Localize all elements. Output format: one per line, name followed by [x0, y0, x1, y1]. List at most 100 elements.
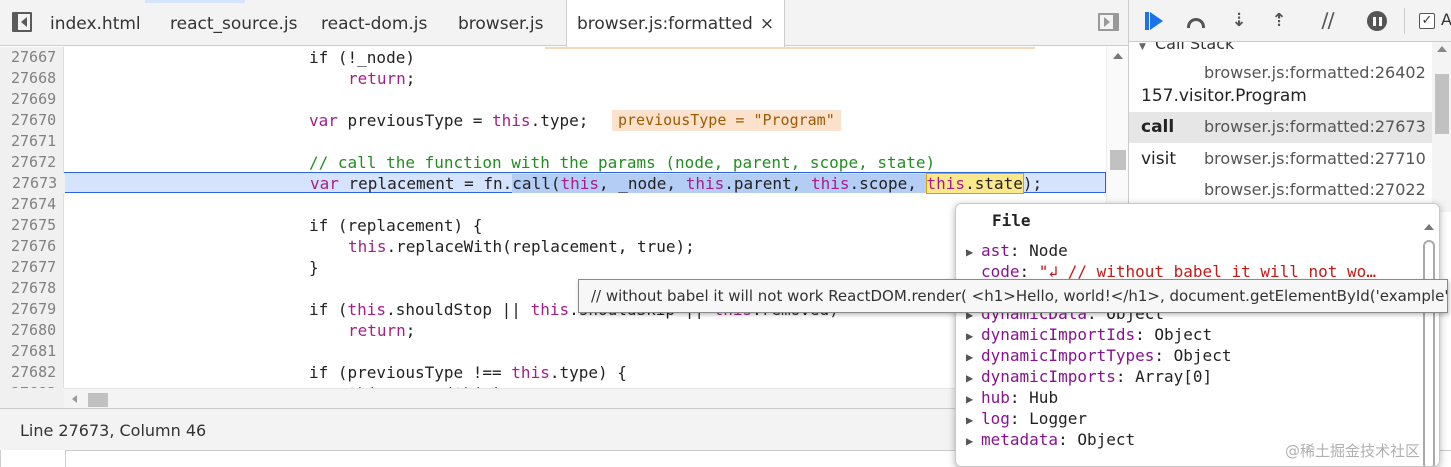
- expand-triangle-icon[interactable]: ▶: [966, 431, 981, 450]
- line-number[interactable]: 27675: [0, 215, 64, 236]
- tab-label: browser.js:formatted: [577, 14, 753, 34]
- scroll-up-icon[interactable]: [1437, 46, 1447, 52]
- line-number[interactable]: 27676: [0, 236, 64, 257]
- property-key: dynamicImports: [981, 367, 1116, 386]
- code-text[interactable]: if (!_node): [309, 47, 415, 68]
- scrollbar-thumb[interactable]: [88, 393, 108, 407]
- frame-location[interactable]: browser.js:formatted:27710: [1204, 149, 1426, 168]
- code-text[interactable]: }: [309, 257, 319, 278]
- property-value: Object: [1154, 325, 1213, 344]
- property-value: Hub: [1029, 388, 1059, 407]
- cursor-position: Line 27673, Column 46: [20, 421, 207, 440]
- code-text[interactable]: return;: [348, 320, 415, 341]
- code-line[interactable]: 27671: [0, 131, 1105, 152]
- value-tooltip: // without babel it will not work ReactD…: [578, 279, 1448, 313]
- expand-triangle-icon[interactable]: ▶: [966, 347, 981, 366]
- step-out-icon[interactable]: ⇡: [1268, 10, 1290, 32]
- gutter-footer: [0, 388, 64, 408]
- object-property[interactable]: ▶ hub: Hub: [966, 387, 1416, 408]
- call-frame[interactable]: browser.js:formatted:27022: [1129, 175, 1432, 206]
- tab-index-html[interactable]: index.html: [40, 0, 151, 46]
- line-number[interactable]: 27668: [0, 68, 64, 89]
- line-number[interactable]: 27672: [0, 152, 64, 173]
- frame-location[interactable]: browser.js:formatted:27022: [1204, 180, 1426, 199]
- code-text[interactable]: if (replacement) {: [309, 215, 482, 236]
- line-number[interactable]: 27678: [0, 278, 64, 299]
- line-number[interactable]: 27682: [0, 362, 64, 383]
- frame-location[interactable]: browser.js:formatted:27673: [1204, 117, 1426, 136]
- toggle-navigator-icon[interactable]: [12, 12, 32, 32]
- code-line[interactable]: 27674: [0, 194, 1105, 215]
- line-number[interactable]: 27680: [0, 320, 64, 341]
- tab-label: react_source.js: [170, 14, 298, 34]
- code-line[interactable]: 27676 this.replaceWith(replacement, true)…: [0, 236, 1105, 257]
- line-number[interactable]: 27679: [0, 299, 64, 320]
- object-property[interactable]: ▶ ast: Node: [966, 240, 1416, 261]
- deactivate-breakpoints-icon[interactable]: ⧸⧸: [1317, 10, 1339, 32]
- code-text[interactable]: var previousType = this.type;: [309, 110, 588, 131]
- scrollbar-thumb[interactable]: [1423, 240, 1435, 466]
- code-line[interactable]: 27667 if (!_node): [0, 47, 1105, 68]
- scroll-up-icon[interactable]: [1113, 53, 1123, 59]
- code-line[interactable]: 27677}: [0, 257, 1105, 278]
- sidebar-scrollbar[interactable]: [1432, 42, 1451, 212]
- tab-browser-js-formatted[interactable]: browser.js:formatted ×: [566, 0, 786, 48]
- editor-horizontal-scrollbar[interactable]: [64, 388, 1106, 408]
- scrollbar-thumb[interactable]: [1435, 74, 1449, 134]
- code-line[interactable]: 27670 var previousType = this.type; previo…: [0, 110, 1105, 131]
- code-text[interactable]: this.replaceWith(replacement, true);: [348, 236, 695, 257]
- scroll-up-icon[interactable]: [1424, 224, 1434, 230]
- async-checkbox[interactable]: ✓: [1419, 13, 1435, 29]
- line-number[interactable]: 27677: [0, 257, 64, 278]
- tab-browser-js[interactable]: browser.js: [448, 0, 553, 46]
- call-frame[interactable]: call browser.js:formatted:27673: [1129, 112, 1432, 143]
- step-over-icon[interactable]: [1185, 10, 1207, 32]
- async-label: A: [1441, 10, 1451, 29]
- expand-triangle-icon[interactable]: ▶: [966, 389, 981, 408]
- toggle-debugger-icon[interactable]: [1098, 13, 1119, 31]
- code-text[interactable]: var replacement = fn.call(this, _node, t…: [310, 173, 1042, 194]
- object-preview-popover[interactable]: File ▶ ast: Node code: "↲ // without babel…: [955, 203, 1440, 467]
- code-line[interactable]: 27668 return;: [0, 68, 1105, 89]
- code-line[interactable]: 27680 return;: [0, 320, 1105, 341]
- code-line[interactable]: 27672 // call the function with the param…: [0, 152, 1105, 173]
- call-frame[interactable]: visit browser.js:formatted:27710: [1129, 144, 1432, 175]
- code-line[interactable]: 27675 if (replacement) {: [0, 215, 1105, 236]
- line-number[interactable]: 27673: [1, 173, 65, 194]
- object-property[interactable]: ▶ dynamicImportTypes: Object: [966, 345, 1416, 366]
- property-key: ast: [981, 241, 1010, 260]
- scroll-left-icon[interactable]: [72, 395, 77, 403]
- object-property[interactable]: ▶ dynamicImportIds: Object: [966, 324, 1416, 345]
- expand-triangle-icon[interactable]: ▶: [966, 368, 981, 387]
- call-stack-header[interactable]: ▼ Call Stack: [1129, 42, 1451, 54]
- step-into-icon[interactable]: ⇣: [1228, 10, 1250, 32]
- line-number[interactable]: 27671: [0, 131, 64, 152]
- line-number[interactable]: 27667: [0, 47, 64, 68]
- call-frame[interactable]: 157.visitor.Program: [1129, 81, 1432, 112]
- expand-triangle-icon[interactable]: ▶: [966, 326, 981, 345]
- code-text[interactable]: return;: [348, 68, 415, 89]
- frame-location[interactable]: browser.js:formatted:26402: [1204, 63, 1426, 82]
- line-number[interactable]: 27669: [0, 89, 64, 110]
- scrollbar-thumb[interactable]: [1110, 150, 1126, 170]
- line-number[interactable]: 27681: [0, 341, 64, 362]
- drawer-tab[interactable]: [0, 450, 66, 467]
- code-text[interactable]: // call the function with the params (no…: [309, 152, 935, 173]
- popover-scrollbar[interactable]: [1421, 220, 1437, 466]
- object-property[interactable]: ▶ log: Logger: [966, 408, 1416, 429]
- tab-react-source-js[interactable]: react_source.js: [160, 0, 307, 46]
- expand-triangle-icon[interactable]: ▶: [966, 242, 981, 261]
- close-tab-icon[interactable]: ×: [760, 0, 774, 48]
- tab-react-dom-js[interactable]: react-dom.js: [311, 0, 437, 46]
- line-number[interactable]: 27674: [0, 194, 64, 215]
- code-line[interactable]: 27669: [0, 89, 1105, 110]
- code-line[interactable]: 27682 if (previousType !== this.type) {: [0, 362, 1105, 383]
- pause-on-exceptions-icon[interactable]: [1366, 10, 1388, 32]
- line-number[interactable]: 27670: [0, 110, 64, 131]
- expand-triangle-icon[interactable]: ▶: [966, 410, 981, 429]
- resume-icon[interactable]: [1143, 10, 1165, 32]
- code-line[interactable]: 27681: [0, 341, 1105, 362]
- object-property[interactable]: ▶ dynamicImports: Array[0]: [966, 366, 1416, 387]
- code-text[interactable]: if (previousType !== this.type) {: [309, 362, 627, 383]
- code-line[interactable]: 27673 var replacement = fn.call(this, _no…: [1, 172, 1106, 194]
